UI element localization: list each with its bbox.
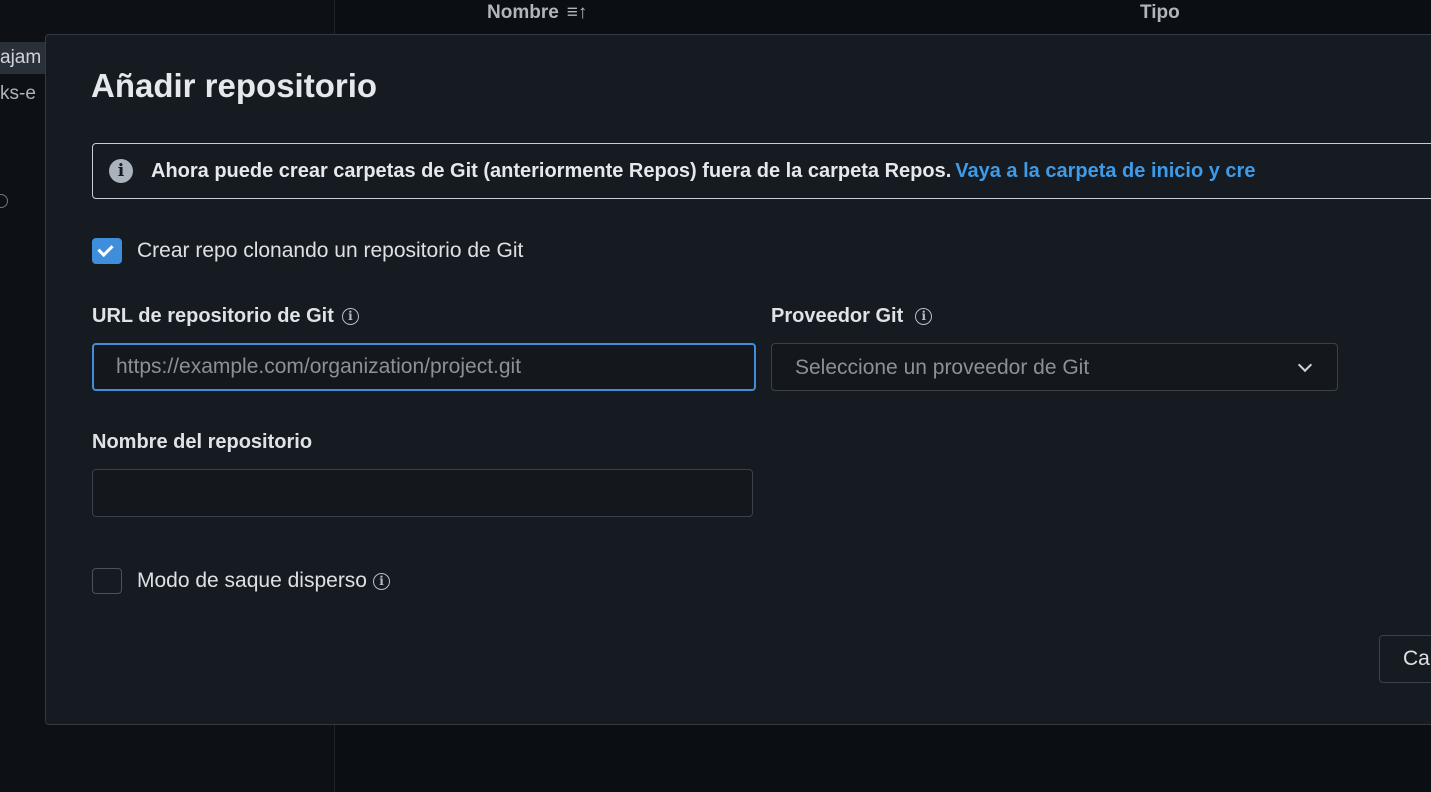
provider-field-label-row: Proveedor Git i (771, 305, 933, 328)
banner-text: Ahora puede crear carpetas de Git (anter… (151, 159, 1255, 183)
column-header-type[interactable]: Tipo (1140, 0, 1180, 26)
info-banner: i Ahora puede crear carpetas de Git (ant… (92, 143, 1431, 199)
sidebar-item[interactable]: ks-e (0, 80, 36, 108)
git-url-input[interactable] (92, 343, 756, 391)
checkmark-icon (97, 240, 114, 258)
info-icon (0, 194, 8, 208)
banner-message: Ahora puede crear carpetas de Git (anter… (151, 160, 952, 182)
home-folder-link[interactable]: Vaya a la carpeta de inicio y cre (955, 160, 1255, 182)
sparse-info-icon[interactable]: i (373, 572, 390, 590)
sparse-checkout-label[interactable]: Modo de saque disperso (137, 569, 367, 592)
provider-field-label: Proveedor Git (771, 305, 904, 327)
sidebar-item-selected[interactable]: ajam (0, 42, 48, 74)
url-field-label-row: URL de repositorio de Git i (92, 305, 359, 328)
dialog-title: Añadir repositorio (91, 67, 378, 104)
url-field-label: URL de repositorio de Git (92, 305, 334, 327)
provider-placeholder: Seleccione un proveedor de Git (795, 356, 1090, 379)
info-icon: i (109, 159, 133, 183)
clone-repo-checkbox[interactable] (92, 238, 122, 264)
url-info-icon[interactable]: i (341, 308, 359, 326)
repo-name-input[interactable] (92, 469, 753, 517)
add-repository-dialog: Añadir repositorio i Ahora puede crear c… (45, 34, 1431, 725)
clone-repo-label[interactable]: Crear repo clonando un repositorio de Gi… (137, 239, 523, 263)
sparse-checkout-checkbox[interactable] (92, 568, 122, 594)
column-header-name[interactable]: Nombre ≡↑ (487, 0, 587, 26)
git-provider-select[interactable]: Seleccione un proveedor de Git (771, 343, 1338, 391)
sort-ascending-icon[interactable]: ≡↑ (567, 2, 588, 23)
provider-info-icon[interactable]: i (915, 308, 933, 326)
cancel-button[interactable]: Ca (1379, 635, 1431, 683)
column-name-label: Nombre (487, 2, 559, 23)
chevron-down-icon (1297, 357, 1313, 373)
sparse-checkout-label-row: Modo de saque disperso i (137, 569, 390, 593)
repo-name-label: Nombre del repositorio (92, 431, 313, 453)
